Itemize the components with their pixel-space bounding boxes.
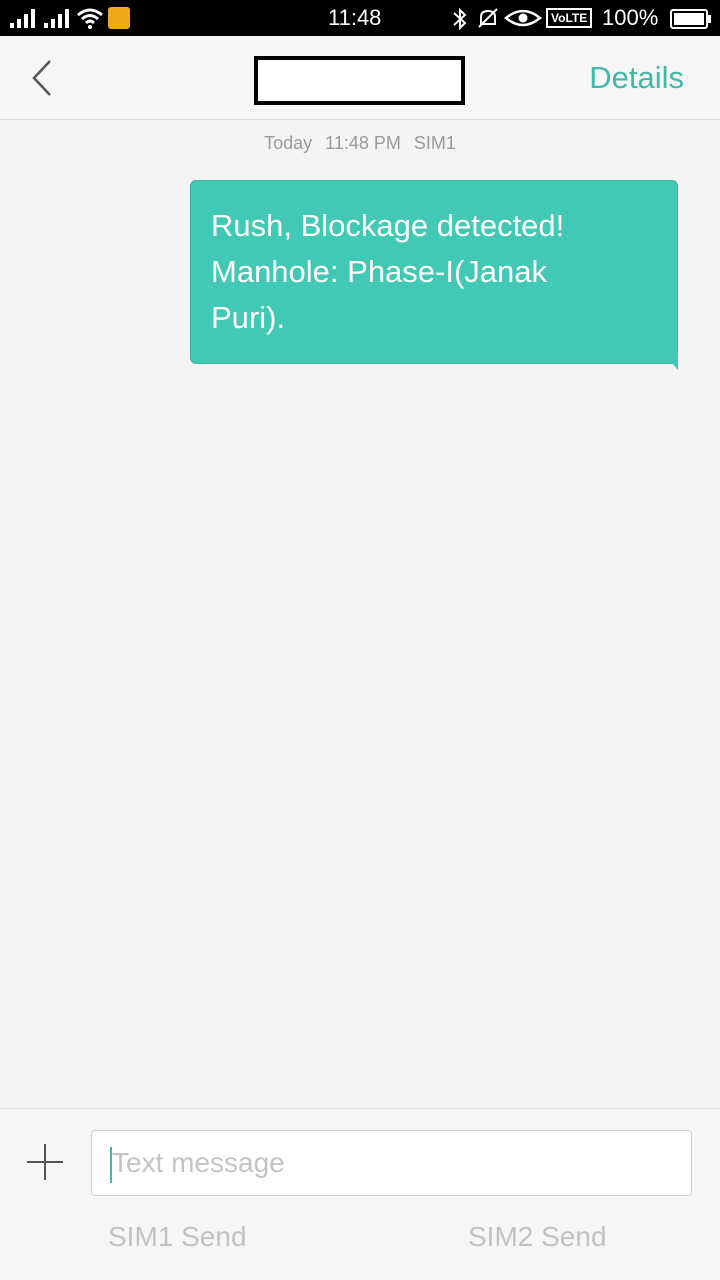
battery-percent: 100% [602,5,659,30]
signal-icon [10,9,35,28]
message-line: Puri). [211,300,286,335]
add-attachment-button[interactable] [22,1139,68,1185]
sim1-send-button[interactable]: SIM1 Send [108,1221,247,1253]
details-button[interactable]: Details [589,36,684,120]
volte-badge: VoLTE [546,8,593,28]
status-time: 11:48 [328,5,382,30]
bubble-tail [664,354,678,370]
mute-icon [478,8,498,28]
composer: SIM1 Send SIM2 Send [0,1108,720,1280]
back-button[interactable] [20,56,64,100]
status-bar: 11:48 VoLTE 100% [0,0,720,36]
wifi-icon [77,8,103,29]
message-line: Manhole: Phase-I(Janak [211,254,548,289]
message-input[interactable] [112,1131,682,1195]
battery-icon [670,9,711,29]
message-input-box[interactable] [91,1130,692,1196]
plus-icon [27,1144,63,1180]
signal-icon [44,9,69,28]
eye-icon [504,9,542,27]
timestamp-sim: SIM1 [413,133,456,153]
conversation-header: Details [0,36,720,120]
sim2-send-button[interactable]: SIM2 Send [468,1221,607,1253]
timestamp-time: 11:48 PM [325,133,401,153]
timestamp-day: Today [264,133,313,153]
message-line: Rush, Blockage detected! [211,208,565,243]
chevron-left-icon [32,60,51,96]
bluetooth-icon [453,7,467,31]
notification-icon [108,7,130,29]
message-timestamp: Today 11:48 PM SIM1 [0,133,720,154]
message-bubble[interactable]: Rush, Blockage detected! Manhole: Phase-… [190,180,678,364]
contact-name-redacted [254,56,465,105]
